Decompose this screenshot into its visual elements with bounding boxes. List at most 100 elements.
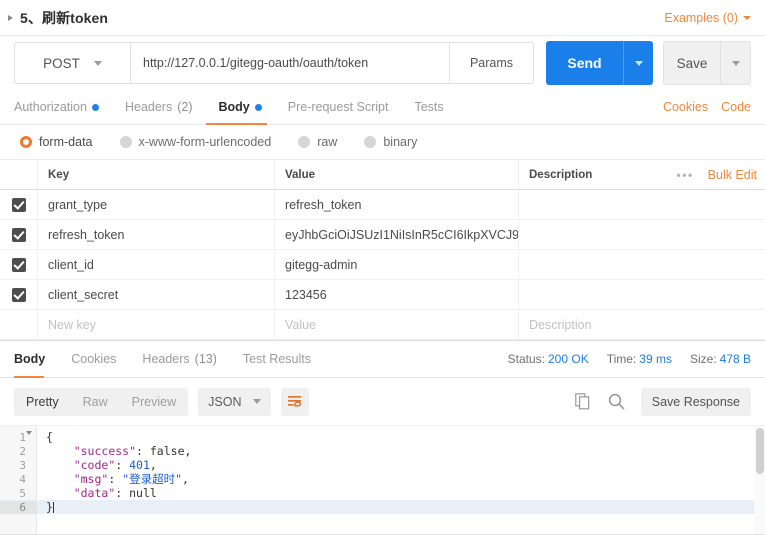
table-new-row[interactable]: New key Value Description — [0, 310, 765, 340]
save-button[interactable]: Save — [663, 41, 721, 85]
view-mode-pretty[interactable]: Pretty — [14, 388, 71, 416]
table-row[interactable]: grant_type refresh_token — [0, 190, 765, 220]
new-key-input[interactable]: New key — [38, 310, 275, 339]
tab-body[interactable]: Body — [206, 90, 275, 124]
response-toolbar-actions: Save Response — [573, 388, 751, 416]
code-line: 2 "success": false, — [0, 444, 765, 458]
size-meta: Size:478 B — [690, 352, 751, 366]
table-header-row: Key Value Description ••• Bulk Edit — [0, 160, 765, 190]
expand-triangle-icon[interactable] — [8, 15, 13, 21]
row-value-cell[interactable]: eyJhbGciOiJSUzI1NiIsInR5cCI6IkpXVCJ9… — [275, 220, 519, 249]
copy-button[interactable] — [573, 392, 593, 412]
body-type-urlencoded[interactable]: x-www-form-urlencoded — [120, 135, 272, 149]
row-checkbox-cell — [0, 190, 38, 219]
body-type-raw[interactable]: raw — [298, 135, 337, 149]
header-description: Description — [529, 169, 592, 181]
body-type-binary[interactable]: binary — [364, 135, 417, 149]
tab-authorization[interactable]: Authorization — [14, 90, 112, 124]
response-tab-test-results[interactable]: Test Results — [230, 341, 324, 377]
row-value-cell[interactable]: 123456 — [275, 280, 519, 309]
row-checkbox-cell — [0, 220, 38, 249]
code-scrollbar[interactable] — [754, 426, 765, 535]
row-value: gitegg-admin — [285, 258, 357, 272]
examples-label: Examples (0) — [664, 11, 738, 25]
code-line-text: { — [37, 430, 53, 444]
chevron-down-icon — [253, 399, 261, 404]
radio-selected-icon — [20, 136, 32, 148]
code-line-text: "msg": "登录超时", — [37, 471, 189, 487]
view-mode-preview[interactable]: Preview — [120, 388, 188, 416]
row-key-cell[interactable]: client_id — [38, 250, 275, 279]
table-row[interactable]: client_secret 123456 — [0, 280, 765, 310]
url-input[interactable]: http://127.0.0.1/gitegg-oauth/oauth/toke… — [130, 42, 450, 84]
new-value-input[interactable]: Value — [275, 310, 519, 339]
row-checkbox-cell — [0, 280, 38, 309]
radio-icon — [364, 136, 376, 148]
http-method-label: POST — [43, 56, 80, 71]
modified-dot-icon — [255, 104, 262, 111]
request-name: 5、刷新token — [20, 8, 108, 28]
body-type-form-data[interactable]: form-data — [20, 135, 93, 149]
row-description-cell[interactable] — [519, 220, 765, 249]
response-tab-headers[interactable]: Headers (13) — [129, 341, 229, 377]
search-button[interactable] — [607, 392, 627, 412]
save-response-button[interactable]: Save Response — [641, 388, 751, 416]
checkbox-checked-icon[interactable] — [12, 288, 26, 302]
radio-label: binary — [383, 135, 417, 149]
send-button[interactable]: Send — [546, 41, 623, 85]
checkbox-checked-icon[interactable] — [12, 258, 26, 272]
new-key-placeholder: New key — [48, 318, 96, 332]
tab-headers[interactable]: Headers (2) — [112, 90, 206, 124]
row-value: 123456 — [285, 288, 327, 302]
response-toolbar: Pretty Raw Preview JSON — [0, 378, 765, 425]
header-checkbox-cell — [0, 160, 38, 189]
row-key-cell[interactable]: grant_type — [38, 190, 275, 219]
params-button[interactable]: Params — [450, 42, 534, 84]
row-description-cell[interactable] — [519, 190, 765, 219]
new-row-checkbox-cell — [0, 310, 38, 339]
save-options-button[interactable] — [721, 41, 751, 85]
response-tab-bar: Body Cookies Headers (13) Test Results S… — [0, 340, 765, 378]
cookies-link[interactable]: Cookies — [663, 100, 708, 114]
response-tab-cookies[interactable]: Cookies — [58, 341, 129, 377]
response-body-viewer[interactable]: 1 { 2 "success": false, 3 "code": 401, 4… — [0, 425, 765, 535]
tab-pre-request-script[interactable]: Pre-request Script — [275, 90, 402, 124]
request-title-bar: 5、刷新token Examples (0) — [0, 0, 765, 36]
response-format-selector[interactable]: JSON — [198, 388, 271, 416]
checkbox-checked-icon[interactable] — [12, 228, 26, 242]
copy-icon — [575, 393, 591, 410]
more-options-icon[interactable]: ••• — [677, 168, 708, 182]
header-key: Key — [38, 160, 275, 189]
table-row[interactable]: client_id gitegg-admin — [0, 250, 765, 280]
examples-dropdown[interactable]: Examples (0) — [664, 11, 751, 25]
bulk-edit-link[interactable]: Bulk Edit — [708, 168, 757, 182]
http-method-selector[interactable]: POST — [14, 42, 130, 84]
new-description-input[interactable]: Description — [519, 310, 765, 339]
send-options-button[interactable] — [623, 41, 653, 85]
status-meta: Status:200 OK — [508, 352, 589, 366]
row-value-cell[interactable]: refresh_token — [275, 190, 519, 219]
checkbox-checked-icon[interactable] — [12, 198, 26, 212]
view-mode-raw[interactable]: Raw — [71, 388, 120, 416]
tab-count: (2) — [177, 100, 192, 114]
response-tab-body[interactable]: Body — [14, 341, 58, 377]
table-header-actions: ••• Bulk Edit — [677, 168, 765, 182]
time-meta: Time:39 ms — [607, 352, 672, 366]
size-value: 478 B — [720, 352, 751, 366]
code-line-text: "code": 401, — [37, 458, 157, 472]
code-scrollbar-thumb[interactable] — [756, 428, 764, 474]
row-key-cell[interactable]: client_secret — [38, 280, 275, 309]
row-value-cell[interactable]: gitegg-admin — [275, 250, 519, 279]
word-wrap-button[interactable] — [281, 388, 309, 416]
code-line: 6 } — [0, 500, 765, 514]
row-description-cell[interactable] — [519, 280, 765, 309]
code-link[interactable]: Code — [721, 100, 751, 114]
header-description-cell: Description ••• Bulk Edit — [519, 160, 765, 189]
table-row[interactable]: refresh_token eyJhbGciOiJSUzI1NiIsInR5cC… — [0, 220, 765, 250]
postman-request-view: 5、刷新token Examples (0) POST http://127.0… — [0, 0, 765, 550]
tab-tests[interactable]: Tests — [401, 90, 456, 124]
row-key-cell[interactable]: refresh_token — [38, 220, 275, 249]
row-description-cell[interactable] — [519, 250, 765, 279]
new-value-placeholder: Value — [285, 318, 316, 332]
row-value: eyJhbGciOiJSUzI1NiIsInR5cCI6IkpXVCJ9… — [285, 228, 519, 242]
